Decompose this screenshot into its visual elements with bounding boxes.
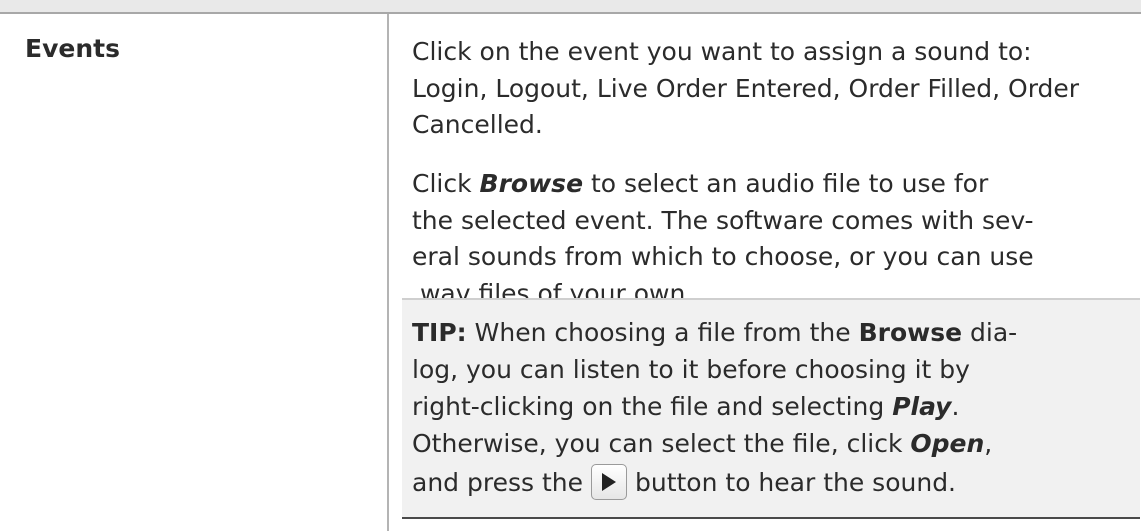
tip-box: TIP: When choosing a file from the Brows… (402, 298, 1140, 519)
browse-lead-text: Click (412, 169, 480, 198)
tip-line5: and press the button to hear the sound. (412, 464, 956, 502)
browse-text-line1: to select an audio file to use for (583, 169, 989, 198)
play-button[interactable] (590, 464, 627, 500)
browse-text-line2: the selected event. The software comes w… (412, 205, 1034, 235)
tip-line2: log, you can listen to it before choosin… (412, 355, 970, 384)
browse-term: Browse (479, 169, 584, 198)
tip-label: TIP: (412, 318, 467, 347)
tip-play-term: Play (892, 392, 952, 421)
tip-open-term: Open (910, 429, 985, 458)
description-paragraph-events: Click on the event you want to assign a … (412, 37, 1080, 139)
tip-text: TIP: When choosing a file from the Brows… (412, 314, 1112, 462)
tip-browse-term: Browse (858, 318, 963, 347)
tip-line3-b: . (951, 392, 960, 421)
browse-text-line3: eral sounds from which to choose, or you… (412, 242, 1034, 271)
tip-line1-a: When choosing a file from the (466, 318, 859, 347)
term-events: Events (25, 34, 120, 63)
tip-line3-a: right-clicking on the file and selecting (412, 392, 893, 421)
play-triangle-icon (601, 473, 616, 491)
tip-line4-a: Otherwise, you can select the file, clic… (412, 429, 911, 458)
term-cell: Events (0, 14, 389, 531)
table-header-rule (0, 0, 1141, 14)
description-paragraph-browse: Click Browse to select an audio file to … (412, 166, 1102, 312)
description-cell: Click on the event you want to assign a … (389, 14, 1141, 531)
tip-line5-a: and press the (412, 468, 583, 497)
tip-line1-b: dia- (962, 318, 1018, 347)
tip-line4-b: , (984, 429, 993, 458)
tip-line5-b: button to hear the sound. (634, 468, 957, 497)
